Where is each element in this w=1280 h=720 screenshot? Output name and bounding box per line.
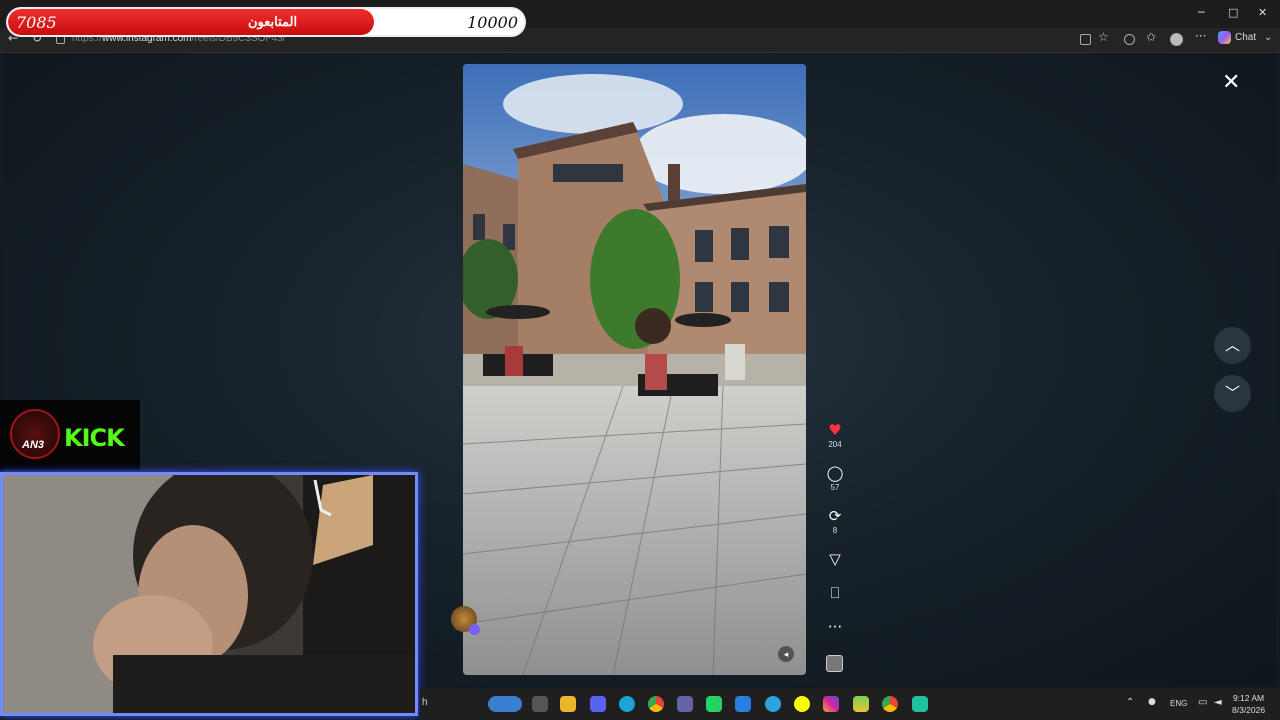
chrome-icon[interactable] (648, 696, 664, 712)
whatsapp-icon[interactable] (706, 696, 722, 712)
bookmark-icon: ⎕ (830, 584, 840, 602)
close-reel-button[interactable]: ✕ (1222, 70, 1240, 95)
copilot-chat-button[interactable]: Chat (1218, 31, 1256, 44)
audio-thumbnail[interactable] (826, 655, 843, 672)
copilot-icon (1218, 31, 1231, 44)
taskbar-search-text[interactable]: h (422, 697, 428, 708)
streamer-logo: AN3 (10, 409, 60, 459)
avatar-badge-icon (469, 624, 480, 635)
kick-logo-text: KICK (64, 424, 125, 452)
streamer-logo-text: AN3 (22, 439, 45, 451)
chrome-profile-icon[interactable] (882, 696, 898, 712)
more-icon: ··· (827, 618, 843, 636)
chevron-up-icon: ︿ (1224, 336, 1240, 354)
volume-icon[interactable]: ◄ (1214, 697, 1222, 708)
vpn-icon[interactable] (735, 696, 751, 712)
profile-avatar[interactable] (1170, 33, 1183, 46)
webcam-feed (3, 475, 415, 713)
speaker-icon: ◂ (783, 649, 789, 659)
repost-button[interactable]: ⟳ 8 (822, 508, 848, 535)
maximize-button[interactable]: □ (1228, 6, 1238, 19)
kick-overlay: AN3 KICK (0, 400, 140, 477)
comment-count: 57 (830, 483, 840, 492)
like-button[interactable]: ♥ 204 (822, 422, 848, 449)
widgets-icon[interactable] (488, 696, 522, 712)
followers-label: المتابعون (248, 14, 298, 29)
webcam-overlay (0, 472, 418, 716)
followers-goal: 10000 (467, 13, 518, 32)
followers-current: 7085 (16, 13, 57, 32)
chevron-down-icon[interactable]: ⌄ (1264, 32, 1272, 43)
share-button[interactable]: ▽ (822, 551, 848, 567)
save-button[interactable]: ⎕ (822, 585, 848, 601)
clock-date: 8/3/2026 (1232, 705, 1266, 715)
telegram-icon[interactable] (765, 696, 781, 712)
close-icon: ✕ (1222, 70, 1241, 95)
repost-icon: ⟳ (828, 507, 842, 525)
clock-time: 9:12 AM (1232, 693, 1265, 703)
repost-count: 8 (832, 526, 838, 535)
task-view-icon[interactable] (532, 696, 548, 712)
follower-goal-bar: 7085 المتابعون 10000 (6, 7, 526, 37)
comment-button[interactable]: ◯ 57 (822, 465, 848, 492)
edge-icon[interactable] (619, 696, 635, 712)
microphone-icon[interactable]: ● (1148, 697, 1156, 707)
previous-reel-button[interactable]: ︿ (1214, 327, 1251, 364)
instagram-icon[interactable] (823, 696, 839, 712)
snapchat-icon[interactable] (794, 696, 810, 712)
more-browser-icon[interactable]: ··· (1195, 29, 1206, 43)
more-options-button[interactable]: ··· (822, 619, 848, 635)
share-icon: ▽ (829, 550, 841, 568)
teams-icon[interactable] (677, 696, 693, 712)
obs-icon[interactable] (912, 696, 928, 712)
like-count: 204 (828, 440, 842, 449)
reel-video[interactable] (463, 64, 806, 675)
comment-icon: ◯ (826, 464, 844, 482)
close-window-button[interactable]: ✕ (1258, 6, 1267, 19)
reel-video-frame (463, 64, 806, 675)
heart-icon: ♥ (828, 421, 842, 439)
extensions-icon[interactable] (1124, 34, 1135, 45)
chat-label: Chat (1235, 32, 1257, 43)
mute-toggle-button[interactable]: ◂ (778, 646, 794, 662)
system-clock[interactable]: 9:12 AM 8/3/2026 (1232, 692, 1265, 716)
follower-goal-fill (8, 9, 374, 35)
split-screen-icon[interactable] (1080, 34, 1091, 45)
bluestacks-icon[interactable] (853, 696, 869, 712)
next-reel-button[interactable]: ﹀ (1214, 375, 1251, 412)
windows-taskbar: h ⌃ ● ENG ▭ ◄ 9:12 AM 8/3/2026 (420, 688, 1280, 720)
file-explorer-icon[interactable] (560, 696, 576, 712)
favorite-icon[interactable]: ☆ (1098, 30, 1109, 44)
language-indicator[interactable]: ENG (1170, 699, 1187, 708)
minimize-button[interactable]: ─ (1198, 6, 1205, 19)
chevron-down-icon: ﹀ (1224, 384, 1240, 402)
network-icon[interactable]: ▭ (1198, 697, 1207, 708)
tray-chevron-icon[interactable]: ⌃ (1126, 697, 1134, 708)
discord-icon[interactable] (590, 696, 606, 712)
favorites-icon[interactable]: ✩ (1146, 30, 1156, 44)
